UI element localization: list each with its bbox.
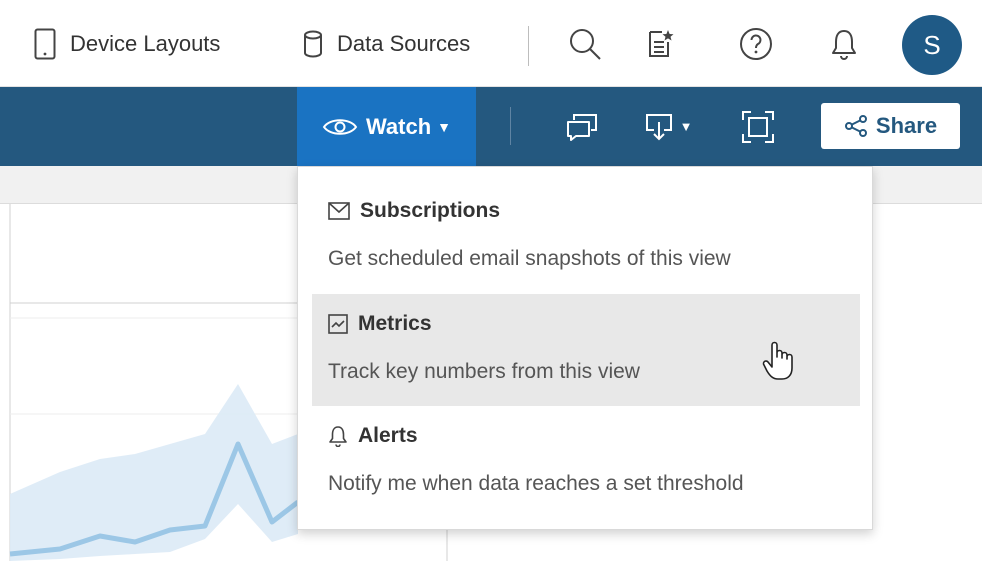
- share-button[interactable]: Share: [821, 103, 960, 149]
- top-bar: Device Layouts Data Sources S: [0, 0, 982, 87]
- device-icon: [34, 28, 56, 59]
- subscriptions-description: Get scheduled email snapshots of this vi…: [328, 247, 731, 270]
- comments-button[interactable]: [562, 87, 602, 166]
- topbar-divider: [528, 26, 529, 66]
- download-icon: [645, 113, 672, 140]
- full-screen-button[interactable]: [738, 87, 778, 166]
- metrics-title: Metrics: [358, 312, 432, 335]
- subscriptions-title: Subscriptions: [360, 199, 501, 222]
- database-icon: [304, 30, 322, 57]
- bell-icon: [832, 29, 856, 60]
- comments-icon: [567, 113, 597, 141]
- device-layouts-button[interactable]: Device Layouts: [34, 0, 220, 87]
- download-button[interactable]: ▼: [636, 87, 700, 166]
- metrics-description: Track key numbers from this view: [328, 360, 640, 383]
- favorites-list-icon: [649, 29, 674, 57]
- bell-icon: [329, 426, 347, 447]
- watch-button[interactable]: Watch ▼: [297, 87, 476, 166]
- hand-pointer-cursor-icon: [762, 341, 793, 380]
- eye-icon: [322, 118, 358, 135]
- share-icon: [844, 115, 867, 137]
- full-screen-icon: [742, 110, 774, 143]
- data-sources-button[interactable]: Data Sources: [303, 0, 470, 87]
- device-layouts-label: Device Layouts: [70, 30, 221, 56]
- share-label: Share: [875, 113, 938, 138]
- caret-down-icon: ▼: [437, 118, 452, 135]
- caret-down-icon: ▼: [679, 119, 693, 134]
- user-avatar[interactable]: S: [902, 15, 962, 75]
- favorites-button[interactable]: [640, 0, 680, 87]
- notifications-button[interactable]: [826, 0, 862, 87]
- search-icon: [570, 28, 601, 60]
- avatar-initial: S: [923, 29, 941, 60]
- metrics-chart-icon: [328, 314, 348, 334]
- watch-label: Watch: [365, 113, 432, 139]
- menu-item-alerts[interactable]: Alerts Notify me when data reaches a set…: [312, 406, 860, 518]
- alerts-title: Alerts: [358, 424, 418, 447]
- menu-item-subscriptions[interactable]: Subscriptions Get scheduled email snapsh…: [312, 167, 860, 279]
- search-button[interactable]: [563, 0, 607, 87]
- alerts-description: Notify me when data reaches a set thresh…: [328, 472, 744, 495]
- view-toolbar: Watch ▼ ▼ Share: [0, 87, 982, 166]
- help-button[interactable]: [736, 0, 776, 87]
- data-sources-label: Data Sources: [337, 30, 471, 56]
- help-icon: [740, 27, 772, 60]
- toolbar-divider: [510, 107, 511, 145]
- envelope-icon: [328, 202, 350, 220]
